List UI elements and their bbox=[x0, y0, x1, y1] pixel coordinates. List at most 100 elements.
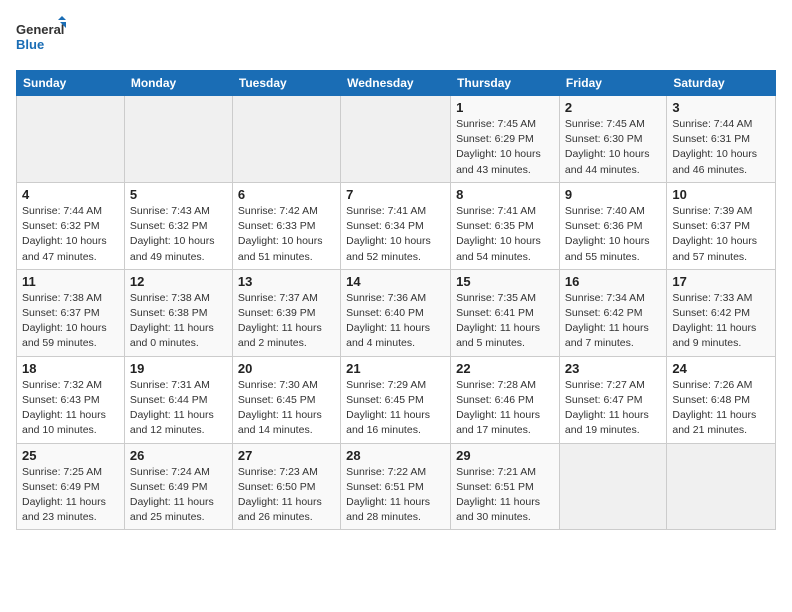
day-number: 10 bbox=[672, 187, 770, 202]
calendar-cell: 28 Sunrise: 7:22 AMSunset: 6:51 PMDayligh… bbox=[341, 443, 451, 530]
calendar-cell: 13 Sunrise: 7:37 AMSunset: 6:39 PMDayligh… bbox=[232, 269, 340, 356]
day-info: Sunrise: 7:24 AMSunset: 6:49 PMDaylight:… bbox=[130, 465, 227, 526]
day-number: 9 bbox=[565, 187, 661, 202]
day-number: 17 bbox=[672, 274, 770, 289]
calendar-cell: 1 Sunrise: 7:45 AMSunset: 6:29 PMDaylight… bbox=[451, 96, 560, 183]
day-number: 3 bbox=[672, 100, 770, 115]
day-number: 11 bbox=[22, 274, 119, 289]
day-info: Sunrise: 7:26 AMSunset: 6:48 PMDaylight:… bbox=[672, 378, 770, 439]
day-info: Sunrise: 7:42 AMSunset: 6:33 PMDaylight:… bbox=[238, 204, 335, 265]
day-number: 14 bbox=[346, 274, 445, 289]
logo: General Blue bbox=[16, 16, 66, 60]
day-number: 18 bbox=[22, 361, 119, 376]
day-info: Sunrise: 7:21 AMSunset: 6:51 PMDaylight:… bbox=[456, 465, 554, 526]
day-number: 24 bbox=[672, 361, 770, 376]
day-info: Sunrise: 7:44 AMSunset: 6:32 PMDaylight:… bbox=[22, 204, 119, 265]
calendar-cell: 3 Sunrise: 7:44 AMSunset: 6:31 PMDaylight… bbox=[667, 96, 776, 183]
calendar-cell: 4 Sunrise: 7:44 AMSunset: 6:32 PMDaylight… bbox=[17, 182, 125, 269]
calendar-body: 1 Sunrise: 7:45 AMSunset: 6:29 PMDaylight… bbox=[17, 96, 776, 530]
week-row-1: 1 Sunrise: 7:45 AMSunset: 6:29 PMDaylight… bbox=[17, 96, 776, 183]
day-info: Sunrise: 7:22 AMSunset: 6:51 PMDaylight:… bbox=[346, 465, 445, 526]
calendar-cell bbox=[559, 443, 666, 530]
day-info: Sunrise: 7:45 AMSunset: 6:30 PMDaylight:… bbox=[565, 117, 661, 178]
day-number: 5 bbox=[130, 187, 227, 202]
calendar-cell: 5 Sunrise: 7:43 AMSunset: 6:32 PMDaylight… bbox=[124, 182, 232, 269]
day-number: 25 bbox=[22, 448, 119, 463]
day-number: 15 bbox=[456, 274, 554, 289]
calendar-cell: 16Sunrise: 7:34 AMSunset: 6:42 PMDayligh… bbox=[559, 269, 666, 356]
day-info: Sunrise: 7:43 AMSunset: 6:32 PMDaylight:… bbox=[130, 204, 227, 265]
calendar-cell: 23Sunrise: 7:27 AMSunset: 6:47 PMDayligh… bbox=[559, 356, 666, 443]
calendar-cell: 24 Sunrise: 7:26 AMSunset: 6:48 PMDayligh… bbox=[667, 356, 776, 443]
day-info: Sunrise: 7:33 AMSunset: 6:42 PMDaylight:… bbox=[672, 291, 770, 352]
day-info: Sunrise: 7:35 AMSunset: 6:41 PMDaylight:… bbox=[456, 291, 554, 352]
day-number: 21 bbox=[346, 361, 445, 376]
day-info: Sunrise: 7:34 AMSunset: 6:42 PMDaylight:… bbox=[565, 291, 661, 352]
calendar-cell: 9Sunrise: 7:40 AMSunset: 6:36 PMDaylight… bbox=[559, 182, 666, 269]
calendar-cell: 21 Sunrise: 7:29 AMSunset: 6:45 PMDayligh… bbox=[341, 356, 451, 443]
calendar-cell: 8 Sunrise: 7:41 AMSunset: 6:35 PMDaylight… bbox=[451, 182, 560, 269]
day-info: Sunrise: 7:45 AMSunset: 6:29 PMDaylight:… bbox=[456, 117, 554, 178]
calendar-cell: 18 Sunrise: 7:32 AMSunset: 6:43 PMDayligh… bbox=[17, 356, 125, 443]
calendar-cell: 19 Sunrise: 7:31 AMSunset: 6:44 PMDayligh… bbox=[124, 356, 232, 443]
week-row-2: 4 Sunrise: 7:44 AMSunset: 6:32 PMDaylight… bbox=[17, 182, 776, 269]
day-number: 22 bbox=[456, 361, 554, 376]
day-info: Sunrise: 7:39 AMSunset: 6:37 PMDaylight:… bbox=[672, 204, 770, 265]
day-info: Sunrise: 7:41 AMSunset: 6:35 PMDaylight:… bbox=[456, 204, 554, 265]
svg-text:General: General bbox=[16, 22, 64, 37]
day-info: Sunrise: 7:25 AMSunset: 6:49 PMDaylight:… bbox=[22, 465, 119, 526]
week-row-4: 18 Sunrise: 7:32 AMSunset: 6:43 PMDayligh… bbox=[17, 356, 776, 443]
calendar-cell: 17 Sunrise: 7:33 AMSunset: 6:42 PMDayligh… bbox=[667, 269, 776, 356]
day-info: Sunrise: 7:28 AMSunset: 6:46 PMDaylight:… bbox=[456, 378, 554, 439]
day-info: Sunrise: 7:32 AMSunset: 6:43 PMDaylight:… bbox=[22, 378, 119, 439]
day-number: 29 bbox=[456, 448, 554, 463]
calendar-cell: 7Sunrise: 7:41 AMSunset: 6:34 PMDaylight… bbox=[341, 182, 451, 269]
day-info: Sunrise: 7:44 AMSunset: 6:31 PMDaylight:… bbox=[672, 117, 770, 178]
calendar-cell: 22 Sunrise: 7:28 AMSunset: 6:46 PMDayligh… bbox=[451, 356, 560, 443]
calendar-cell bbox=[341, 96, 451, 183]
calendar-cell: 2Sunrise: 7:45 AMSunset: 6:30 PMDaylight… bbox=[559, 96, 666, 183]
day-header-tuesday: Tuesday bbox=[232, 71, 340, 96]
day-header-wednesday: Wednesday bbox=[341, 71, 451, 96]
week-row-3: 11 Sunrise: 7:38 AMSunset: 6:37 PMDayligh… bbox=[17, 269, 776, 356]
calendar-cell bbox=[124, 96, 232, 183]
calendar-table: SundayMondayTuesdayWednesdayThursdayFrid… bbox=[16, 70, 776, 530]
day-info: Sunrise: 7:23 AMSunset: 6:50 PMDaylight:… bbox=[238, 465, 335, 526]
calendar-cell: 27Sunrise: 7:23 AMSunset: 6:50 PMDayligh… bbox=[232, 443, 340, 530]
calendar-cell: 11 Sunrise: 7:38 AMSunset: 6:37 PMDayligh… bbox=[17, 269, 125, 356]
day-number: 4 bbox=[22, 187, 119, 202]
header: General Blue bbox=[16, 16, 776, 60]
day-info: Sunrise: 7:27 AMSunset: 6:47 PMDaylight:… bbox=[565, 378, 661, 439]
day-number: 7 bbox=[346, 187, 445, 202]
calendar-cell: 26Sunrise: 7:24 AMSunset: 6:49 PMDayligh… bbox=[124, 443, 232, 530]
day-info: Sunrise: 7:37 AMSunset: 6:39 PMDaylight:… bbox=[238, 291, 335, 352]
calendar-cell: 20 Sunrise: 7:30 AMSunset: 6:45 PMDayligh… bbox=[232, 356, 340, 443]
day-number: 19 bbox=[130, 361, 227, 376]
day-number: 28 bbox=[346, 448, 445, 463]
day-info: Sunrise: 7:29 AMSunset: 6:45 PMDaylight:… bbox=[346, 378, 445, 439]
day-number: 13 bbox=[238, 274, 335, 289]
day-number: 20 bbox=[238, 361, 335, 376]
calendar-cell: 12 Sunrise: 7:38 AMSunset: 6:38 PMDayligh… bbox=[124, 269, 232, 356]
day-header-monday: Monday bbox=[124, 71, 232, 96]
calendar-cell bbox=[17, 96, 125, 183]
day-header-friday: Friday bbox=[559, 71, 666, 96]
calendar-cell: 15 Sunrise: 7:35 AMSunset: 6:41 PMDayligh… bbox=[451, 269, 560, 356]
day-header-saturday: Saturday bbox=[667, 71, 776, 96]
day-info: Sunrise: 7:31 AMSunset: 6:44 PMDaylight:… bbox=[130, 378, 227, 439]
day-number: 1 bbox=[456, 100, 554, 115]
day-number: 12 bbox=[130, 274, 227, 289]
calendar-cell bbox=[232, 96, 340, 183]
calendar-cell bbox=[667, 443, 776, 530]
day-number: 6 bbox=[238, 187, 335, 202]
day-info: Sunrise: 7:38 AMSunset: 6:37 PMDaylight:… bbox=[22, 291, 119, 352]
day-info: Sunrise: 7:36 AMSunset: 6:40 PMDaylight:… bbox=[346, 291, 445, 352]
logo-svg: General Blue bbox=[16, 16, 66, 60]
calendar-header-row: SundayMondayTuesdayWednesdayThursdayFrid… bbox=[17, 71, 776, 96]
day-info: Sunrise: 7:30 AMSunset: 6:45 PMDaylight:… bbox=[238, 378, 335, 439]
day-info: Sunrise: 7:38 AMSunset: 6:38 PMDaylight:… bbox=[130, 291, 227, 352]
calendar-cell: 14 Sunrise: 7:36 AMSunset: 6:40 PMDayligh… bbox=[341, 269, 451, 356]
day-number: 8 bbox=[456, 187, 554, 202]
calendar-cell: 25 Sunrise: 7:25 AMSunset: 6:49 PMDayligh… bbox=[17, 443, 125, 530]
calendar-cell: 29 Sunrise: 7:21 AMSunset: 6:51 PMDayligh… bbox=[451, 443, 560, 530]
